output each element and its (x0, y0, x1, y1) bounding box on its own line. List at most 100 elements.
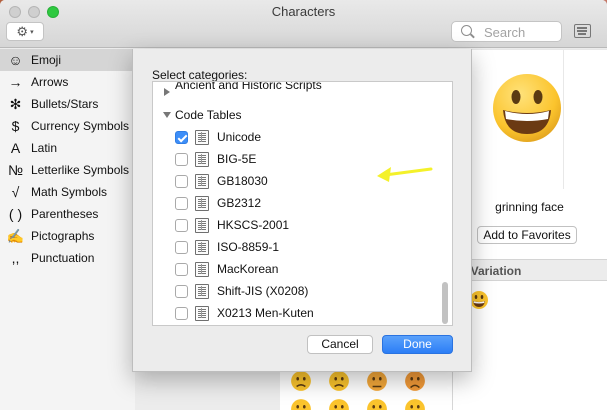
punctuation-icon: ,, (11, 250, 20, 266)
chevron-down-icon: ▾ (30, 28, 34, 36)
code-table-row[interactable]: HKSCS-2001 (153, 214, 452, 236)
select-categories-sheet: Select categories: Ancient and Historic … (132, 49, 472, 372)
asterisk-icon: ✻ (9, 95, 22, 112)
category-checkbox[interactable] (175, 175, 188, 188)
dollar-icon: $ (11, 118, 20, 134)
sidebar-item-label: Math Symbols (31, 185, 108, 199)
character-name: grinning face (495, 200, 564, 214)
sidebar-item-emoji[interactable]: ☺ Emoji (0, 49, 135, 71)
sidebar-item-bullets-stars[interactable]: ✻ Bullets/Stars (0, 93, 135, 115)
code-table-icon (195, 152, 209, 167)
grinning-face-emoji (491, 72, 563, 147)
search-field[interactable]: Search (451, 21, 562, 42)
window-title: Characters (271, 4, 336, 19)
emoji-cell[interactable] (290, 370, 312, 395)
add-to-favorites-button[interactable]: Add to Favorites (477, 226, 577, 244)
code-table-icon (195, 130, 209, 145)
grid-line (453, 49, 607, 50)
emoji-cell[interactable] (328, 398, 350, 410)
arrow-icon: → (8, 74, 23, 90)
square-root-icon: √ (11, 184, 20, 200)
code-table-icon (195, 306, 209, 321)
sidebar-item-label: Parentheses (31, 207, 99, 221)
code-table-label: GB18030 (217, 174, 268, 188)
dialog-prompt: Select categories: (152, 68, 248, 82)
sidebar-item-math-symbols[interactable]: √ Math Symbols (0, 181, 135, 203)
code-table-icon (195, 196, 209, 211)
font-variation-header: nt Variation (452, 259, 607, 281)
emoji-cell[interactable] (366, 398, 388, 410)
search-icon (461, 25, 472, 36)
list-scrollbar[interactable] (442, 282, 448, 324)
action-menu-button[interactable]: ⚙ ▾ (6, 22, 44, 41)
gear-icon: ⚙ (16, 24, 29, 39)
sidebar-item-parentheses[interactable]: ( ) Parentheses (0, 203, 135, 225)
category-checkbox[interactable] (175, 153, 188, 166)
category-sidebar: ☺ Emoji → Arrows ✻ Bullets/Stars $ Currency Sym… (0, 49, 135, 410)
categories-list[interactable]: Ancient and Historic Scripts Code Tables… (152, 81, 453, 326)
category-checkbox[interactable] (175, 219, 188, 232)
smiley-icon: ☺ (8, 52, 23, 68)
sidebar-item-label: Arrows (31, 75, 69, 89)
code-table-icon (195, 240, 209, 255)
code-table-label: ISO-8859-1 (217, 240, 280, 254)
category-checkbox[interactable] (175, 131, 188, 144)
group-row-code-tables[interactable]: Code Tables (153, 104, 452, 126)
code-table-label: Unicode (217, 130, 262, 144)
category-checkbox[interactable] (175, 307, 188, 320)
group-label: Code Tables (175, 108, 242, 122)
emoji-cell[interactable] (366, 370, 388, 395)
sidebar-item-currency-symbols[interactable]: $ Currency Symbols (0, 115, 135, 137)
code-table-label: HKSCS-2001 (217, 218, 290, 232)
code-table-icon (195, 174, 209, 189)
code-table-label: MacKorean (217, 262, 279, 276)
code-table-icon (195, 218, 209, 233)
sidebar-item-punctuation[interactable]: ,, Punctuation (0, 247, 135, 269)
code-table-row[interactable]: X0213 Men-Kuten (153, 302, 452, 324)
code-table-row[interactable]: Unicode (153, 126, 452, 148)
code-table-label: BIG-5E (217, 152, 257, 166)
annotation-arrow-icon (377, 167, 433, 182)
keyboard-viewer-button[interactable] (574, 24, 591, 38)
cancel-button[interactable]: Cancel (307, 335, 373, 354)
sidebar-item-letterlike-symbols[interactable]: № Letterlike Symbols (0, 159, 135, 181)
category-checkbox[interactable] (175, 263, 188, 276)
emoji-cell[interactable] (290, 398, 312, 410)
category-checkbox[interactable] (175, 241, 188, 254)
sidebar-item-pictographs[interactable]: ✍ Pictographs (0, 225, 135, 247)
sidebar-item-label: Pictographs (31, 229, 95, 243)
code-table-row[interactable]: ISO-8859-1 (153, 236, 452, 258)
emoji-cell[interactable] (328, 370, 350, 395)
group-row-ancient-scripts[interactable]: Ancient and Historic Scripts (153, 82, 452, 104)
sidebar-item-label: Punctuation (31, 251, 95, 265)
parentheses-icon: ( ) (8, 206, 23, 222)
sidebar-item-latin[interactable]: A Latin (0, 137, 135, 159)
title-bar: Characters ⚙ ▾ Search (0, 0, 607, 48)
code-table-icon (195, 262, 209, 277)
category-checkbox[interactable] (175, 285, 188, 298)
font-variation-label: nt Variation (456, 264, 522, 278)
sidebar-item-label: Bullets/Stars (31, 97, 99, 111)
done-button[interactable]: Done (382, 335, 453, 354)
sidebar-item-label: Emoji (31, 53, 62, 67)
emoji-cell[interactable] (404, 370, 426, 395)
writing-hand-icon: ✍ (6, 227, 25, 244)
code-table-row[interactable]: Shift-JIS (X0208) (153, 280, 452, 302)
code-table-label: X0213 Men-Kuten (217, 306, 314, 320)
search-placeholder: Search (484, 25, 526, 40)
sidebar-item-label: Currency Symbols (31, 119, 130, 133)
code-table-row[interactable]: GB2312 (153, 192, 452, 214)
latin-a-icon: A (10, 140, 21, 156)
code-table-icon (195, 284, 209, 299)
emoji-cell[interactable] (404, 398, 426, 410)
disclosure-triangle-expanded-icon[interactable] (163, 112, 171, 118)
disclosure-triangle-collapsed-icon[interactable] (164, 88, 170, 96)
font-variant-emoji[interactable] (469, 290, 489, 313)
grid-line (563, 49, 564, 189)
code-table-row[interactable]: MacKorean (153, 258, 452, 280)
sidebar-item-arrows[interactable]: → Arrows (0, 71, 135, 93)
category-checkbox[interactable] (175, 197, 188, 210)
code-table-label: Shift-JIS (X0208) (217, 284, 309, 298)
characters-window: Characters ⚙ ▾ Search ☺ Emoji → Arrows ✻ Bull… (0, 0, 607, 410)
code-table-label: GB2312 (217, 196, 262, 210)
